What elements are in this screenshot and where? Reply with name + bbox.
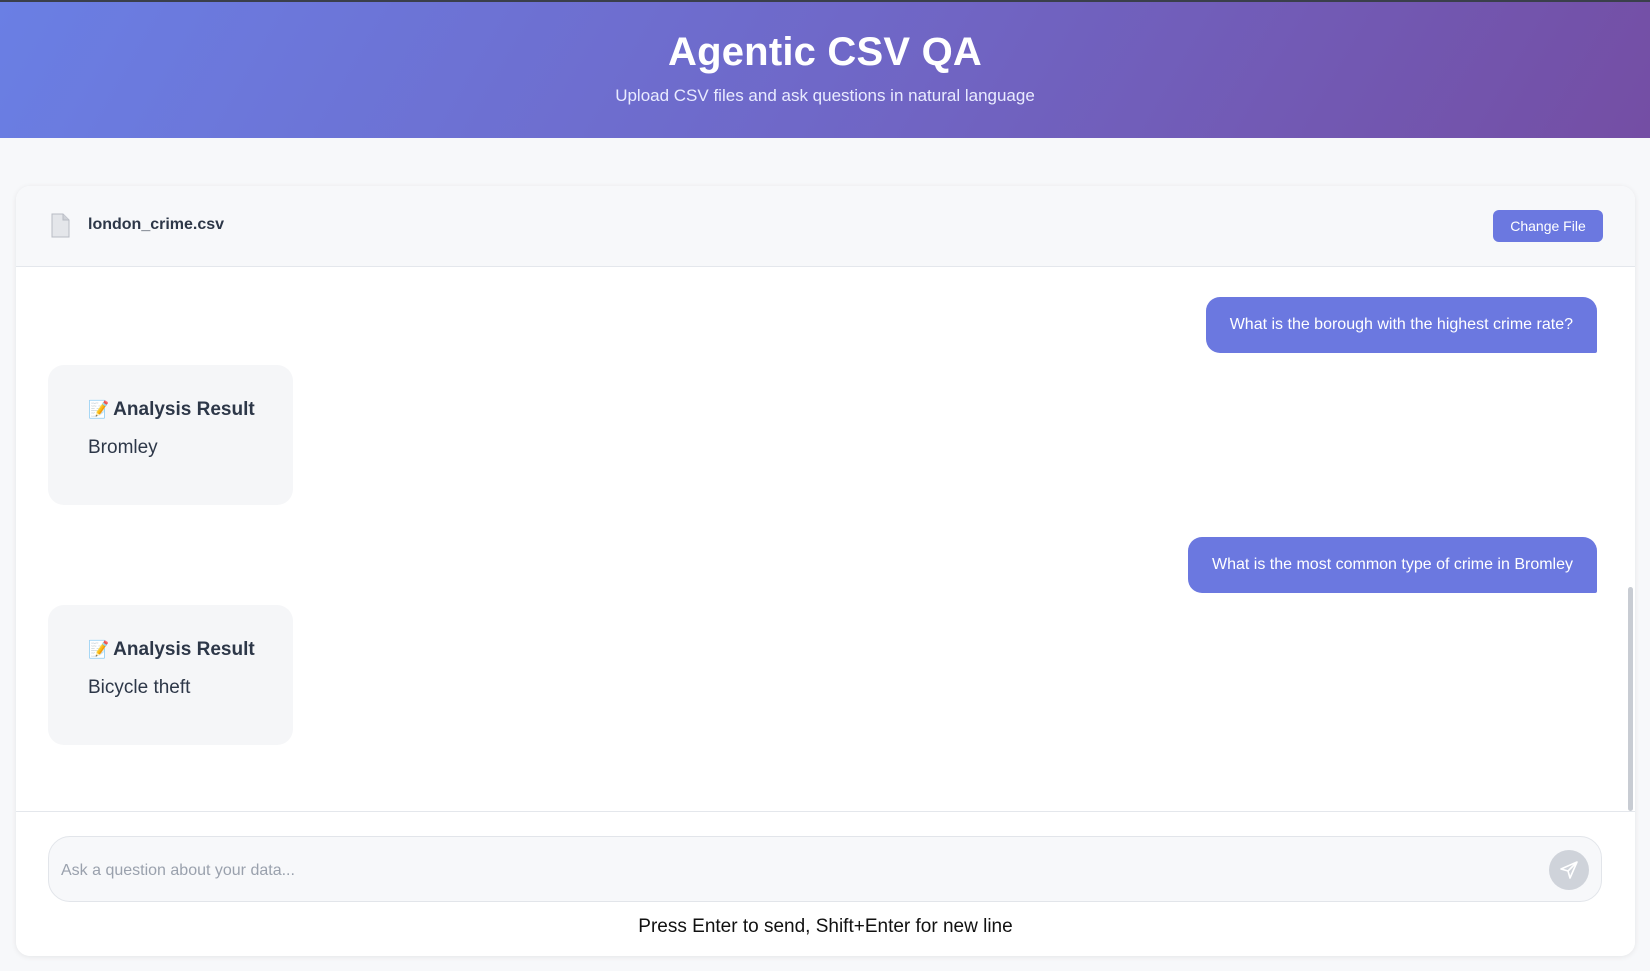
chat-card: london_crime.csv Change File What is the… (16, 186, 1635, 956)
analysis-result-text: Bicycle theft (88, 677, 191, 698)
analysis-result-title: 📝 Analysis Result (88, 399, 255, 421)
user-message: What is the borough with the highest cri… (1205, 297, 1597, 353)
chat-scrollbar[interactable] (1628, 587, 1633, 811)
message-composer: Press Enter to send, Shift+Enter for new… (16, 811, 1635, 956)
analysis-result-label: Analysis Result (113, 639, 255, 660)
assistant-message: 📝 Analysis Result Bromley (48, 365, 293, 505)
document-icon (49, 213, 71, 239)
memo-pencil-icon: 📝 (88, 400, 110, 419)
file-bar: london_crime.csv Change File (16, 186, 1635, 267)
question-input-wrapper (48, 836, 1602, 902)
analysis-result-text: Bromley (88, 437, 158, 458)
app-title: Agentic CSV QA (668, 30, 982, 74)
question-input[interactable] (61, 851, 1501, 891)
analysis-result-title: 📝 Analysis Result (88, 639, 255, 661)
assistant-message: 📝 Analysis Result Bicycle theft (48, 605, 293, 745)
analysis-result-label: Analysis Result (113, 399, 255, 420)
send-button[interactable] (1549, 850, 1589, 890)
change-file-button[interactable]: Change File (1493, 210, 1603, 242)
app-subtitle: Upload CSV files and ask questions in na… (615, 86, 1035, 105)
chat-messages[interactable]: What is the borough with the highest cri… (16, 267, 1635, 811)
send-icon (1560, 861, 1578, 879)
app-header: Agentic CSV QA Upload CSV files and ask … (0, 2, 1650, 138)
file-name: london_crime.csv (88, 216, 225, 233)
input-hint: Press Enter to send, Shift+Enter for new… (638, 916, 1013, 937)
memo-pencil-icon: 📝 (88, 640, 110, 659)
user-message: What is the most common type of crime in… (1188, 537, 1597, 593)
